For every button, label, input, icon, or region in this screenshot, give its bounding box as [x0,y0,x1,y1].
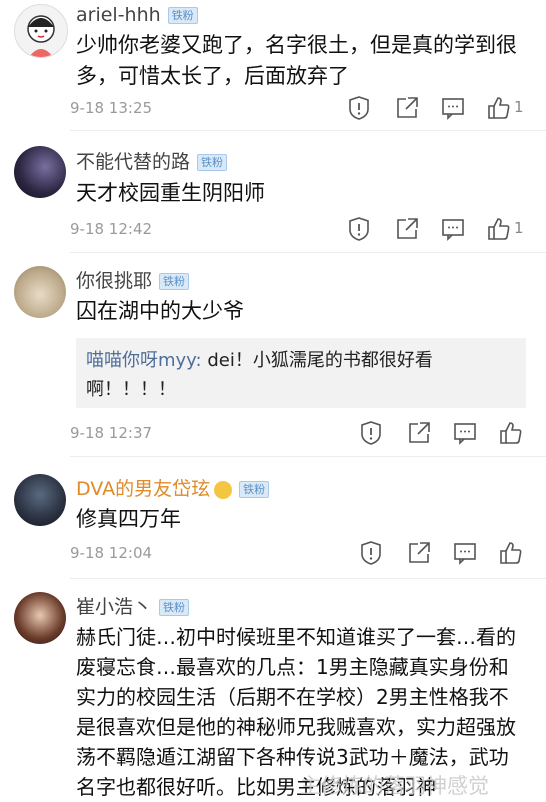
comment-4: DVA的男友岱玹 铁粉 修真四万年 9-18 12:04 [0,462,546,572]
report-icon[interactable] [358,420,384,446]
emoji-icon [214,480,233,499]
reply-box[interactable]: 喵喵你呀myy: dei！小狐濡尾的书都很好看啊！！！！ [76,338,526,408]
thumbs-up-icon [488,218,510,240]
comment-1: ariel-hhh 铁粉 少帅你老婆又跑了，名字很土，但是真的学到很多，可惜太长了… [0,0,546,124]
comment-text: 修真四万年 [76,507,181,531]
comment-3: 你很挑耶 铁粉 囚在湖中的大少爷 喵喵你呀myy: dei！小狐濡尾的书都很好看啊… [0,258,546,448]
like-count: 1 [514,98,524,116]
username[interactable]: 崔小浩丶 铁粉 [76,592,190,619]
thumbs-up-icon [500,542,522,564]
username[interactable]: DVA的男友岱玹 铁粉 [76,474,270,501]
like-button[interactable] [498,420,524,446]
like-button[interactable]: 1 [486,95,530,121]
like-button[interactable] [498,540,524,566]
report-icon[interactable] [346,95,372,121]
avatar[interactable] [14,474,66,526]
timestamp: 9-18 12:42 [70,220,153,238]
avatar[interactable] [14,266,66,318]
avatar-girl-icon [27,15,55,57]
fan-badge: 铁粉 [239,481,270,498]
fan-badge: 铁粉 [159,599,190,616]
timestamp: 9-18 13:25 [70,99,153,117]
comment-text: 少帅你老婆又跑了，名字很土，但是真的学到很多，可惜太长了，后面放弃了 [76,33,517,88]
fan-badge: 铁粉 [167,7,198,24]
divider [70,456,546,457]
comment-text: 囚在湖中的大少爷 [76,299,244,323]
comment-2: 不能代替的路 铁粉 天才校园重生阴阳师 9-18 12:42 1 [0,138,546,248]
username[interactable]: 不能代替的路 铁粉 [76,147,228,174]
avatar[interactable] [14,592,66,644]
username[interactable]: ariel-hhh 铁粉 [76,4,198,26]
divider [70,252,546,253]
report-icon[interactable] [358,540,384,566]
share-icon[interactable] [406,540,432,566]
thumbs-up-icon [500,422,522,444]
username[interactable]: 你很挑耶 铁粉 [76,266,190,293]
avatar[interactable] [14,146,66,198]
comment-icon[interactable] [440,216,466,242]
thumbs-up-icon [488,97,510,119]
report-icon[interactable] [346,216,372,242]
comment-icon[interactable] [452,540,478,566]
watermark: 主修炼的落羽神感觉 [300,774,489,798]
divider [70,578,546,579]
reply-username[interactable]: 喵喵你呀myy: [86,350,202,371]
comment-text: 天才校园重生阴阳师 [76,181,265,205]
share-icon[interactable] [394,95,420,121]
timestamp: 9-18 12:04 [70,544,153,562]
timestamp: 9-18 12:37 [70,424,153,442]
avatar[interactable] [14,4,68,58]
like-count: 1 [514,219,524,237]
share-icon[interactable] [394,216,420,242]
comment-icon[interactable] [452,420,478,446]
like-button[interactable]: 1 [486,216,530,242]
comment-icon[interactable] [440,95,466,121]
divider [70,130,546,131]
share-icon[interactable] [406,420,432,446]
fan-badge: 铁粉 [197,154,228,171]
fan-badge: 铁粉 [159,273,190,290]
